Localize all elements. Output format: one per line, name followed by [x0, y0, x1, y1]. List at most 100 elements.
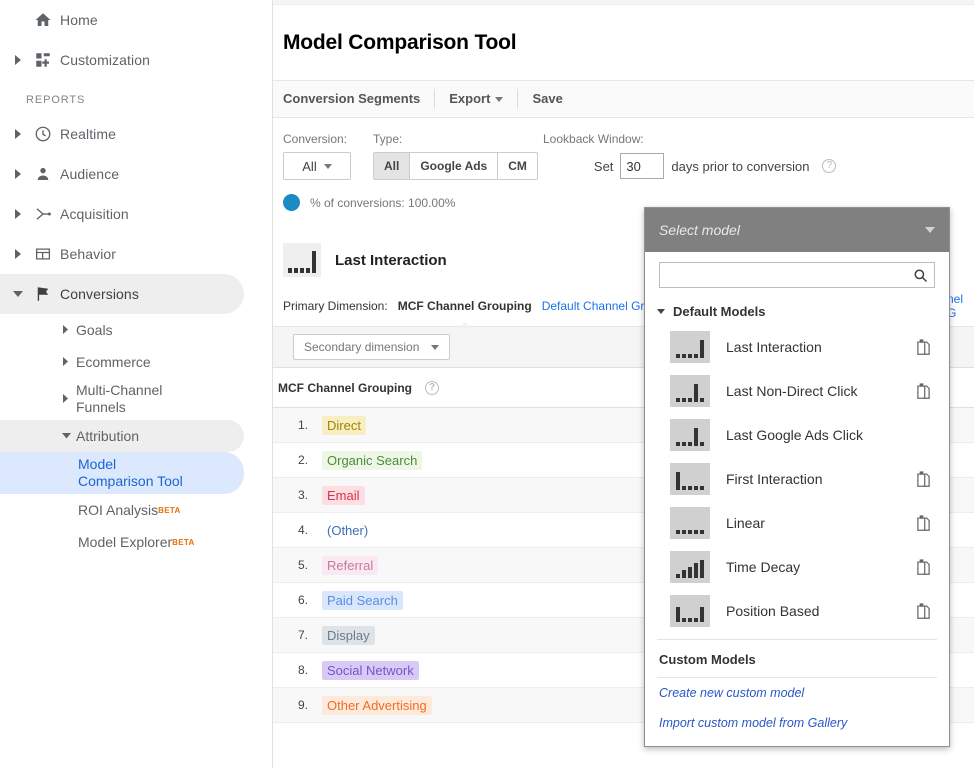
sidebar-item-ecommerce[interactable]: Ecommerce: [0, 346, 244, 378]
chevron-down-icon: [431, 345, 439, 350]
channel-label[interactable]: (Other): [322, 521, 373, 540]
conversion-color-dot: [283, 194, 300, 211]
chevron-right-icon: [10, 249, 26, 259]
custom-models-header: Custom Models: [645, 640, 949, 677]
type-option-google-ads[interactable]: Google Ads: [410, 152, 498, 180]
help-icon[interactable]: ?: [822, 159, 836, 173]
sidebar-item-roi-analysis[interactable]: ROI Analysis BETA: [0, 494, 244, 526]
sidebar-item-goals[interactable]: Goals: [0, 314, 244, 346]
model-bars-icon: [670, 375, 710, 407]
selected-model-label: Last Interaction: [335, 252, 447, 269]
sidebar-item-home[interactable]: Home: [0, 0, 244, 40]
model-option-label: Position Based: [726, 603, 916, 619]
type-option-cm[interactable]: CM: [498, 152, 538, 180]
select-model-panel: Default Models Last Interaction Last Non-…: [645, 252, 949, 746]
sidebar-item-attribution[interactable]: Attribution: [0, 420, 244, 452]
last-interaction-icon: [283, 243, 321, 277]
secondary-dimension-select[interactable]: Secondary dimension: [293, 334, 450, 360]
row-index: 5.: [278, 558, 308, 572]
model-option[interactable]: First Interaction: [645, 457, 949, 501]
primary-dimension-link-secondary[interactable]: nel G: [947, 292, 974, 320]
acquisition-icon: [26, 205, 60, 223]
model-selector-primary[interactable]: Last Interaction: [283, 243, 661, 277]
copy-model-icon[interactable]: [916, 559, 931, 576]
channel-label[interactable]: Email: [322, 486, 365, 505]
home-icon: [26, 11, 60, 29]
create-new-custom-model-link[interactable]: Create new custom model: [645, 678, 949, 708]
primary-dimension-active[interactable]: MCF Channel Grouping: [398, 299, 532, 313]
row-index: 1.: [278, 418, 308, 432]
chevron-right-icon: [62, 357, 69, 368]
search-icon[interactable]: [913, 268, 934, 283]
control-row: All All Google Ads CM Set: [283, 152, 974, 180]
copy-model-icon[interactable]: [916, 515, 931, 532]
import-custom-model-link[interactable]: Import custom model from Gallery: [645, 708, 949, 738]
row-index: 6.: [278, 593, 308, 607]
help-icon[interactable]: ?: [425, 381, 439, 395]
copy-model-icon[interactable]: [916, 383, 931, 400]
export-label: Export: [449, 88, 490, 110]
type-option-all[interactable]: All: [373, 152, 410, 180]
model-option-label: First Interaction: [726, 471, 916, 487]
sidebar-item-model-comparison-tool[interactable]: Model Comparison Tool: [0, 452, 244, 494]
model-option[interactable]: Last Non-Direct Click: [645, 369, 949, 413]
chevron-right-icon: [62, 394, 69, 405]
model-option[interactable]: Last Interaction: [645, 325, 949, 369]
model-bars-icon: [670, 507, 710, 539]
sidebar-item-audience[interactable]: Audience: [0, 154, 244, 194]
chevron-down-icon: [657, 309, 665, 314]
sidebar-item-conversions[interactable]: Conversions: [0, 274, 244, 314]
lookback-window-control: Set days prior to conversion ?: [594, 153, 837, 179]
customization-icon: [26, 51, 60, 69]
select-model-placeholder: Select model: [659, 222, 740, 238]
sidebar-item-realtime[interactable]: Realtime: [0, 114, 244, 154]
sidebar-item-acquisition[interactable]: Acquisition: [0, 194, 244, 234]
type-option-label: CM: [508, 159, 527, 173]
conversion-segments-label: Conversion Segments: [283, 88, 420, 110]
model-option[interactable]: Position Based: [645, 589, 949, 633]
copy-model-icon[interactable]: [916, 339, 931, 356]
person-icon: [26, 165, 60, 183]
default-models-group-header[interactable]: Default Models: [645, 292, 949, 325]
analytics-app: Home Customization REPORTS: [0, 0, 974, 768]
channel-label[interactable]: Organic Search: [322, 451, 422, 470]
lookback-days-input[interactable]: [620, 153, 664, 179]
model-option[interactable]: Linear: [645, 501, 949, 545]
save-button[interactable]: Save: [518, 88, 576, 110]
sidebar-item-behavior[interactable]: Behavior: [0, 234, 244, 274]
channel-label[interactable]: Display: [322, 626, 375, 645]
channel-label[interactable]: Referral: [322, 556, 378, 575]
copy-model-icon[interactable]: [916, 603, 931, 620]
channel-label[interactable]: Paid Search: [322, 591, 403, 610]
model-option-label: Last Interaction: [726, 339, 916, 355]
select-model-trigger[interactable]: Select model: [645, 208, 949, 252]
chevron-right-icon: [10, 169, 26, 179]
channel-label[interactable]: Social Network: [322, 661, 419, 680]
sidebar-item-multi-channel-funnels[interactable]: Multi-Channel Funnels: [0, 378, 244, 420]
export-button[interactable]: Export: [435, 88, 517, 110]
type-option-label: All: [384, 159, 399, 173]
sidebar-sub-label: Ecommerce: [60, 354, 151, 371]
channel-label[interactable]: Direct: [322, 416, 366, 435]
conversion-segments-button[interactable]: Conversion Segments: [283, 88, 434, 110]
model-search-input[interactable]: [660, 263, 913, 287]
sidebar-item-model-explorer[interactable]: Model Explorer BETA: [0, 526, 244, 558]
model-search-box[interactable]: [659, 262, 935, 288]
table-column-header-label: MCF Channel Grouping: [278, 381, 412, 395]
copy-model-icon[interactable]: [916, 471, 931, 488]
conversion-select[interactable]: All: [283, 152, 351, 180]
default-models-label: Default Models: [673, 304, 765, 319]
controls-panel: Conversion: Type: Lookback Window: All A…: [273, 118, 974, 211]
channel-label[interactable]: Other Advertising: [322, 696, 432, 715]
page-title: Model Comparison Tool: [273, 19, 974, 66]
behavior-icon: [26, 245, 60, 263]
model-search-wrapper: [645, 252, 949, 292]
sidebar-item-label: Customization: [60, 52, 150, 68]
sidebar-item-customization[interactable]: Customization: [0, 40, 244, 80]
sidebar-item-label: Realtime: [60, 126, 116, 142]
sidebar-sub-label: ROI Analysis: [78, 502, 158, 519]
model-option[interactable]: Time Decay: [645, 545, 949, 589]
model-bars-icon: [670, 595, 710, 627]
model-option[interactable]: Last Google Ads Click: [645, 413, 949, 457]
sidebar: Home Customization REPORTS: [0, 0, 272, 768]
